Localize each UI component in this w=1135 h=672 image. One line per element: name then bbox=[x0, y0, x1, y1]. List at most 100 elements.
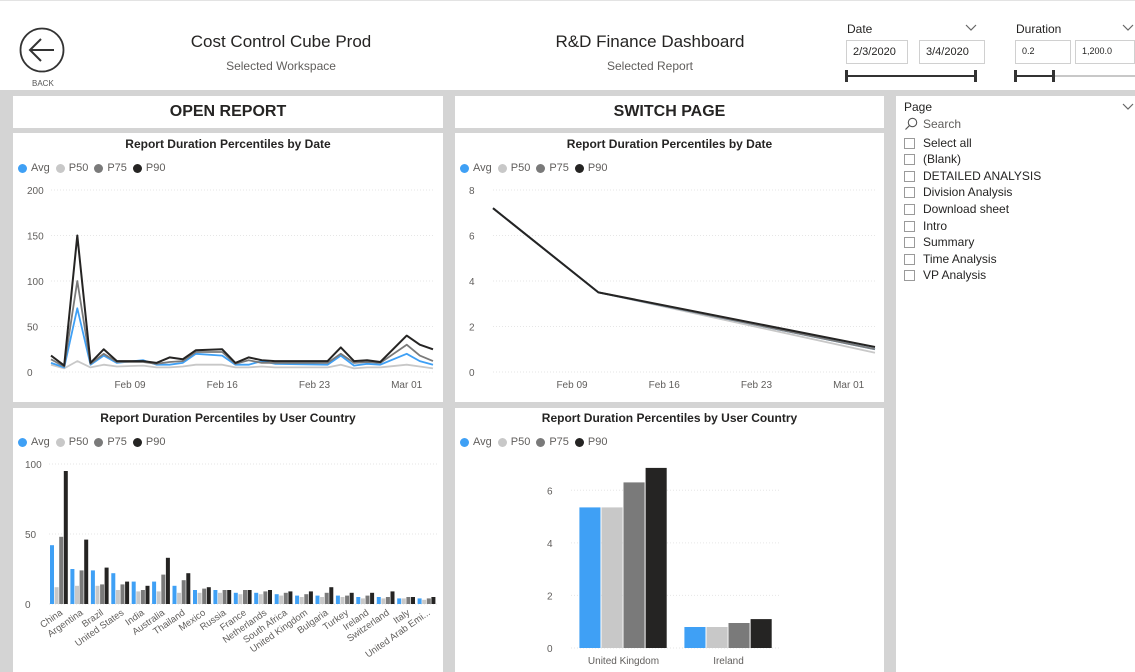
search-icon bbox=[905, 117, 918, 130]
bar-p75 bbox=[324, 592, 329, 604]
series-line-avg bbox=[50, 307, 434, 369]
y-tick-label: 2 bbox=[469, 323, 475, 334]
legend-label: P50 bbox=[68, 436, 89, 448]
page-item-label: Division Analysis bbox=[923, 185, 1013, 199]
line-chart-by-date[interactable]: 0 50 100 150 200 Feb 09 Feb 16 Feb 23 Mar 01 bbox=[13, 180, 443, 402]
chart-legend: Avg P50 P75 P90 bbox=[18, 436, 166, 448]
page-item-time-analysis[interactable]: Time Analysis bbox=[904, 251, 997, 267]
x-tick-label: Feb 23 bbox=[299, 380, 331, 391]
legend-label: P90 bbox=[145, 436, 166, 448]
y-tick-label: 4 bbox=[469, 277, 475, 288]
checkbox[interactable] bbox=[904, 137, 915, 149]
legend-label: Avg bbox=[31, 436, 50, 448]
bar-p50 bbox=[320, 597, 325, 604]
checkbox[interactable] bbox=[904, 253, 915, 265]
page-item-detailed-analysis[interactable]: DETAILED ANALYSIS bbox=[904, 168, 1041, 184]
legend-label: Avg bbox=[473, 436, 492, 448]
chart-title: Report Duration Percentiles by User Coun… bbox=[100, 411, 356, 425]
workspace-title: Cost Control Cube Prod bbox=[190, 32, 372, 51]
checkbox[interactable] bbox=[904, 220, 915, 232]
checkbox[interactable] bbox=[904, 153, 915, 165]
duration-min-input[interactable]: 0.2 bbox=[1015, 40, 1071, 64]
bar-p50 bbox=[340, 597, 345, 604]
bar-avg bbox=[684, 627, 706, 648]
legend-dot-p75 bbox=[94, 437, 104, 447]
bar-chart-by-country[interactable]: 050100ChinaArgentinaBrazilUnited StatesI… bbox=[13, 454, 443, 672]
date-end-input[interactable]: 3/4/2020 bbox=[919, 40, 985, 64]
bar-avg bbox=[172, 585, 177, 604]
page-item-select-all[interactable]: Select all bbox=[904, 135, 972, 151]
checkbox[interactable] bbox=[904, 170, 915, 182]
page-item-download-sheet[interactable]: Download sheet bbox=[904, 201, 1009, 217]
checkbox[interactable] bbox=[904, 269, 915, 281]
duration-range-slider[interactable] bbox=[1012, 68, 1135, 84]
page-item-vp-analysis[interactable]: VP Analysis bbox=[904, 267, 986, 283]
checkbox[interactable] bbox=[904, 236, 915, 248]
page-item-label: Download sheet bbox=[923, 202, 1010, 216]
bar-p75 bbox=[345, 595, 350, 604]
legend-label: P75 bbox=[107, 436, 127, 448]
y-tick-label: 0 bbox=[25, 600, 31, 611]
bar-p75 bbox=[623, 482, 645, 648]
legend-label: P75 bbox=[549, 162, 569, 174]
page-item-blank[interactable]: (Blank) bbox=[904, 151, 961, 167]
legend-label: Avg bbox=[31, 162, 50, 174]
bar-p50 bbox=[54, 587, 59, 604]
page-slicer-label: Page bbox=[904, 100, 933, 114]
duration-slicer[interactable]: Duration 0.2 1,200.0 bbox=[1012, 18, 1135, 88]
bar-avg bbox=[376, 597, 381, 604]
bar-p90 bbox=[431, 597, 436, 604]
bar-chart-by-country[interactable]: 0 2 4 6 United Kingdom Ireland bbox=[455, 454, 884, 672]
bar-p90 bbox=[308, 591, 313, 604]
legend-label: P90 bbox=[587, 162, 608, 174]
back-label: BACK bbox=[32, 79, 54, 88]
legend-label: P75 bbox=[107, 162, 127, 174]
bar-avg bbox=[111, 573, 116, 604]
bar-p75 bbox=[100, 584, 105, 604]
chart-legend: Avg P50 P75 P90 bbox=[460, 162, 608, 174]
checkbox[interactable] bbox=[904, 186, 915, 198]
bar-p75 bbox=[304, 594, 309, 604]
bar-p90 bbox=[390, 591, 395, 604]
page-item-label: Intro bbox=[923, 219, 948, 233]
open-report-button[interactable]: OPEN REPORT bbox=[13, 96, 443, 128]
date-slicer[interactable]: Date 2/3/2020 3/4/2020 bbox=[843, 18, 993, 88]
date-slicer-label: Date bbox=[847, 22, 873, 36]
line-chart-by-date[interactable]: 0 2 4 6 8 Feb 09 Feb 16 Feb 23 Mar 01 bbox=[455, 180, 884, 402]
bar-p90 bbox=[125, 581, 130, 604]
page-item-division-analysis[interactable]: Division Analysis bbox=[904, 184, 1012, 200]
bar-avg bbox=[417, 598, 422, 604]
chevron-down-icon[interactable] bbox=[1122, 103, 1134, 111]
legend-dot-avg bbox=[460, 163, 469, 173]
y-tick-label: 6 bbox=[469, 232, 475, 243]
bar-p90 bbox=[750, 619, 772, 648]
duration-max-input[interactable]: 1,200.0 bbox=[1075, 40, 1135, 64]
bar-p50 bbox=[299, 597, 304, 604]
bar-avg bbox=[254, 592, 259, 604]
legend-label: Avg bbox=[473, 162, 492, 174]
checkbox[interactable] bbox=[904, 203, 915, 215]
chart-title: Report Duration Percentiles by Date bbox=[125, 137, 331, 151]
y-tick-label: 50 bbox=[27, 323, 39, 334]
workspace-subtitle: Selected Workspace bbox=[226, 59, 336, 73]
date-start-input[interactable]: 2/3/2020 bbox=[846, 40, 908, 64]
date-range-slider[interactable] bbox=[843, 68, 983, 84]
bar-p50 bbox=[95, 585, 100, 604]
bar-p90 bbox=[63, 471, 68, 604]
page-search[interactable]: Search bbox=[904, 116, 1104, 132]
bar-avg bbox=[579, 507, 601, 648]
page-item-intro[interactable]: Intro bbox=[904, 218, 947, 234]
back-button[interactable]: BACK bbox=[18, 26, 66, 90]
legend-dot-p75 bbox=[94, 163, 104, 173]
bar-p90 bbox=[370, 592, 375, 604]
chevron-down-icon[interactable] bbox=[965, 24, 977, 32]
series-line-p90 bbox=[50, 234, 434, 367]
chevron-down-icon[interactable] bbox=[1122, 24, 1134, 32]
x-tick-label: United Kingdom bbox=[588, 656, 659, 667]
page-item-summary[interactable]: Summary bbox=[904, 234, 974, 250]
bar-p50 bbox=[422, 599, 427, 604]
switch-page-button[interactable]: SWITCH PAGE bbox=[455, 96, 884, 128]
legend-label: P90 bbox=[145, 162, 166, 174]
bar-p50 bbox=[258, 594, 263, 604]
legend-dot-p50 bbox=[55, 437, 65, 447]
